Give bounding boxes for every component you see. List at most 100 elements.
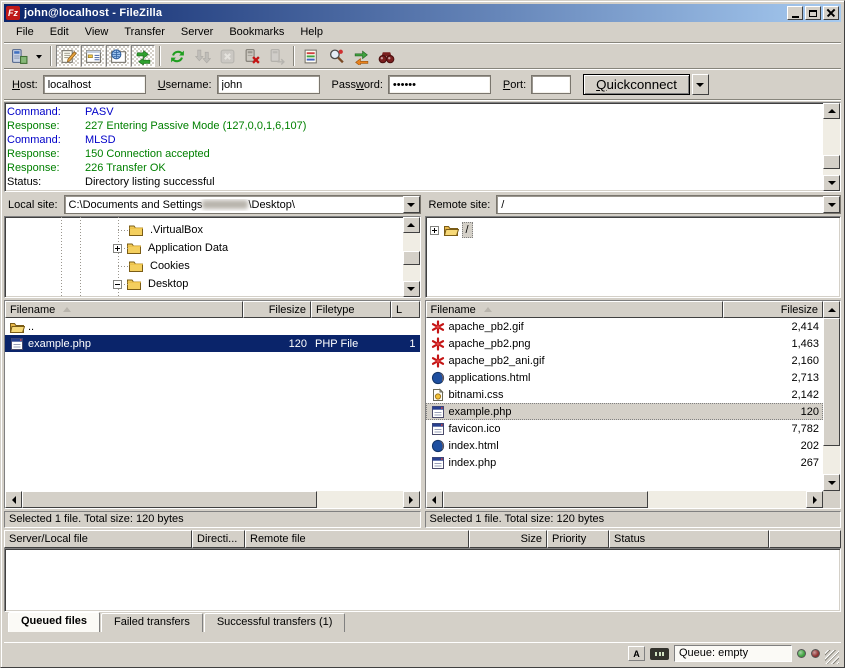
scroll-down-button[interactable]	[823, 474, 840, 491]
reconnect-button[interactable]	[265, 45, 289, 67]
disconnect-button[interactable]	[240, 45, 264, 67]
expand-icon[interactable]	[430, 226, 439, 235]
message-log-scrollbar[interactable]	[823, 103, 840, 191]
column-header-filesize[interactable]: Filesize	[723, 301, 823, 318]
queue-column-size[interactable]: Size	[469, 530, 547, 548]
collapse-icon[interactable]	[113, 280, 122, 289]
scroll-thumb[interactable]	[22, 491, 317, 508]
scroll-left-button[interactable]	[5, 491, 22, 508]
local-tree-scrollbar[interactable]	[403, 217, 420, 297]
refresh-button[interactable]	[165, 45, 189, 67]
scroll-thumb[interactable]	[823, 155, 840, 169]
menu-view[interactable]: View	[77, 24, 117, 41]
tree-item-application-data[interactable]: Application Data	[5, 239, 403, 257]
scroll-track[interactable]	[823, 119, 840, 175]
cancel-operation-button[interactable]	[215, 45, 239, 67]
column-header-filesize[interactable]: Filesize	[243, 301, 311, 318]
column-header-l[interactable]: L	[391, 301, 420, 318]
queue-column-remote-file[interactable]: Remote file	[245, 530, 469, 548]
scroll-right-button[interactable]	[806, 491, 823, 508]
data-type-icon[interactable]: A	[628, 646, 645, 661]
tree-item-label: Application Data	[145, 241, 231, 255]
quickconnect-button[interactable]: Quickconnect	[583, 74, 690, 95]
scroll-track[interactable]	[403, 233, 420, 281]
scroll-thumb[interactable]	[403, 251, 420, 265]
queue-list[interactable]	[4, 548, 841, 612]
queue-column-priority[interactable]: Priority	[547, 530, 609, 548]
local-list-hscrollbar[interactable]	[5, 491, 420, 508]
column-header-filetype[interactable]: Filetype	[311, 301, 391, 318]
file-row-favicon-ico[interactable]: favicon.ico7,782	[426, 420, 824, 437]
scroll-down-button[interactable]	[403, 281, 420, 297]
app-icon[interactable]: Fz	[6, 6, 20, 20]
site-manager-dropdown-button[interactable]	[32, 45, 46, 67]
remote-list-scrollbar[interactable]	[823, 301, 840, 491]
scroll-up-button[interactable]	[403, 217, 420, 233]
tree-item-cookies[interactable]: Cookies	[5, 257, 403, 275]
resize-grip[interactable]	[825, 650, 839, 664]
username-input[interactable]	[217, 75, 320, 94]
tree-item--virtualbox[interactable]: .VirtualBox	[5, 221, 403, 239]
find-files-button[interactable]	[374, 45, 398, 67]
toggle-message-log-button[interactable]	[56, 45, 80, 67]
scroll-up-button[interactable]	[823, 301, 840, 318]
scroll-left-button[interactable]	[426, 491, 443, 508]
site-manager-button[interactable]	[7, 45, 31, 67]
menu-transfer[interactable]: Transfer	[116, 24, 173, 41]
expand-icon[interactable]	[113, 244, 122, 253]
file-row-index-html[interactable]: index.html202	[426, 437, 824, 454]
column-header-filename[interactable]: Filename	[5, 301, 243, 318]
maximize-button[interactable]	[805, 6, 821, 20]
toggle-transfer-queue-button[interactable]	[131, 45, 155, 67]
remote-site-dropdown-button[interactable]	[823, 196, 840, 213]
tree-item-root[interactable]: /	[426, 221, 841, 239]
scroll-thumb[interactable]	[443, 491, 648, 508]
host-input[interactable]	[43, 75, 146, 94]
queue-column-status[interactable]: Status	[609, 530, 769, 548]
directory-comparison-button[interactable]	[324, 45, 348, 67]
local-site-combo[interactable]: C:\Documents and Settings\Desktop\	[64, 195, 421, 214]
scroll-thumb[interactable]	[823, 318, 840, 446]
port-input[interactable]	[531, 75, 571, 94]
tab-queued-files[interactable]: Queued files	[8, 612, 100, 632]
scroll-track[interactable]	[22, 491, 403, 508]
queue-column-server-local-file[interactable]: Server/Local file	[4, 530, 192, 548]
tree-item-desktop[interactable]: Desktop	[5, 275, 403, 293]
file-row-apache-pb2-ani-gif[interactable]: apache_pb2_ani.gif2,160	[426, 352, 824, 369]
toggle-remote-tree-button[interactable]	[106, 45, 130, 67]
file-row-apache-pb2-png[interactable]: apache_pb2.png1,463	[426, 335, 824, 352]
file-row-bitnami-css[interactable]: bitnami.css2,142	[426, 386, 824, 403]
column-header-filename[interactable]: Filename	[426, 301, 724, 318]
synchronized-browsing-button[interactable]	[349, 45, 373, 67]
file-row-index-php[interactable]: index.php267	[426, 454, 824, 471]
menu-help[interactable]: Help	[292, 24, 331, 41]
file-row-apache-pb2-gif[interactable]: apache_pb2.gif2,414	[426, 318, 824, 335]
close-button[interactable]	[823, 6, 839, 20]
minimize-button[interactable]	[787, 6, 803, 20]
file-row-applications-html[interactable]: applications.html2,713	[426, 369, 824, 386]
password-input[interactable]	[388, 75, 491, 94]
local-site-dropdown-button[interactable]	[403, 196, 420, 213]
file-row-example-php[interactable]: example.php120	[426, 403, 824, 420]
menu-bookmarks[interactable]: Bookmarks	[221, 24, 292, 41]
directory-filters-button[interactable]	[299, 45, 323, 67]
quickconnect-dropdown-button[interactable]	[692, 74, 709, 95]
speed-limit-icon[interactable]	[650, 648, 669, 660]
file-row--[interactable]: ..	[5, 318, 420, 335]
scroll-track[interactable]	[443, 491, 807, 508]
file-row-example-php[interactable]: example.php120PHP File1	[5, 335, 420, 352]
toggle-local-tree-button[interactable]	[81, 45, 105, 67]
tab-failed-transfers[interactable]: Failed transfers	[101, 613, 203, 632]
tab-successful-transfers-1-[interactable]: Successful transfers (1)	[204, 613, 346, 632]
scroll-down-button[interactable]	[823, 175, 840, 191]
remote-site-combo[interactable]: /	[496, 195, 841, 214]
remote-list-hscrollbar[interactable]	[426, 491, 841, 508]
menu-server[interactable]: Server	[173, 24, 221, 41]
menu-file[interactable]: File	[8, 24, 42, 41]
process-queue-button[interactable]	[190, 45, 214, 67]
queue-column-directi-[interactable]: Directi...	[192, 530, 245, 548]
menu-edit[interactable]: Edit	[42, 24, 77, 41]
scroll-track[interactable]	[823, 318, 840, 474]
scroll-right-button[interactable]	[403, 491, 420, 508]
scroll-up-button[interactable]	[823, 103, 840, 119]
